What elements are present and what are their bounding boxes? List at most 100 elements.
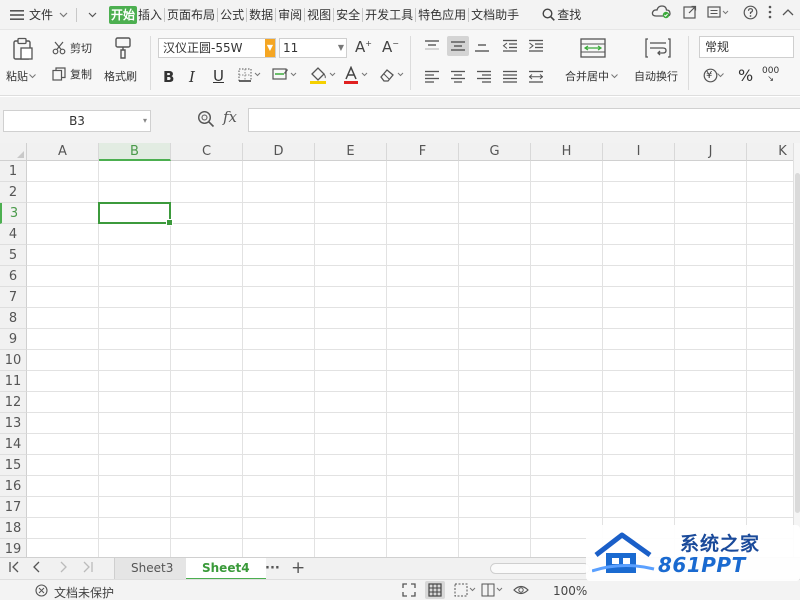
column-header-f[interactable]: F — [387, 143, 459, 161]
wrap-text-button[interactable] — [645, 37, 671, 59]
format-painter-label-wrap[interactable]: 格式刷 — [104, 68, 137, 84]
distributed-align-button[interactable] — [528, 70, 544, 83]
row-header-3[interactable]: 3 — [0, 203, 27, 224]
cloud-sync-icon[interactable] — [651, 4, 673, 20]
row-header-14[interactable]: 14 — [0, 434, 27, 455]
increase-indent-button[interactable] — [528, 39, 544, 53]
row-header-15[interactable]: 15 — [0, 455, 27, 476]
tab-special-apps[interactable]: 特色应用 — [417, 6, 467, 24]
horizontal-scrollbar[interactable] — [490, 563, 590, 574]
next-sheet-button[interactable] — [58, 561, 68, 577]
tab-formulas[interactable]: 公式 — [219, 6, 245, 24]
justify-button[interactable] — [502, 70, 518, 83]
row-header-5[interactable]: 5 — [0, 245, 27, 266]
decrease-font-button[interactable]: A− — [382, 38, 399, 56]
first-sheet-button[interactable] — [8, 561, 20, 577]
main-menu-button[interactable]: 文件 — [8, 4, 70, 26]
collapse-ribbon-icon[interactable] — [782, 8, 794, 16]
borders-button[interactable] — [238, 68, 262, 82]
row-header-12[interactable]: 12 — [0, 392, 27, 413]
row-header-13[interactable]: 13 — [0, 413, 27, 434]
column-header-j[interactable]: J — [675, 143, 747, 161]
column-header-i[interactable]: I — [603, 143, 675, 161]
sheet-tab-sheet3[interactable]: Sheet3 — [114, 558, 191, 580]
tab-home[interactable]: 开始 — [109, 5, 138, 24]
add-sheet-button[interactable]: + — [291, 558, 305, 578]
row-header-17[interactable]: 17 — [0, 497, 27, 518]
zoom-search-icon[interactable] — [197, 110, 215, 128]
clear-format-button[interactable] — [379, 67, 407, 83]
column-header-d[interactable]: D — [243, 143, 315, 161]
row-header-16[interactable]: 16 — [0, 476, 27, 497]
share-icon[interactable] — [683, 5, 697, 19]
row-header-2[interactable]: 2 — [0, 182, 27, 203]
tab-review[interactable]: 审阅 — [277, 6, 303, 24]
column-header-g[interactable]: G — [459, 143, 531, 161]
italic-button[interactable]: I — [189, 68, 195, 86]
increase-font-button[interactable]: A+ — [355, 38, 372, 56]
row-header-1[interactable]: 1 — [0, 161, 27, 182]
normal-view-icon[interactable] — [425, 581, 445, 599]
paste-dropdown[interactable]: 粘贴 — [6, 68, 36, 84]
active-cell[interactable] — [98, 202, 173, 226]
fill-color-button[interactable] — [309, 66, 337, 84]
percent-format-button[interactable]: % — [738, 66, 753, 85]
worksheet-grid[interactable]: A B C D E F G H I J K 1 2 3 4 5 6 7 8 9 10 11 12 13 14 15 16 17 18 19 — [0, 143, 800, 557]
formula-input[interactable] — [248, 108, 800, 132]
row-header-18[interactable]: 18 — [0, 518, 27, 539]
search-button[interactable]: 查找 — [540, 4, 583, 26]
document-protection-status[interactable]: 文档未保护 — [54, 584, 114, 600]
quick-access-dropdown[interactable] — [86, 4, 99, 26]
select-all-corner[interactable] — [0, 143, 27, 161]
more-sheets-button[interactable]: ··· — [265, 561, 280, 576]
row-header-11[interactable]: 11 — [0, 371, 27, 392]
font-color-button[interactable] — [343, 66, 371, 84]
more-options-icon[interactable] — [768, 5, 772, 19]
column-header-h[interactable]: H — [531, 143, 603, 161]
tab-doc-assistant[interactable]: 文档助手 — [470, 6, 520, 24]
tab-data[interactable]: 数据 — [248, 6, 274, 24]
font-name-select[interactable]: 汉仪正圆-55W ▼ — [158, 38, 276, 58]
merge-center-dropdown[interactable]: 合并居中 — [565, 68, 618, 84]
prev-sheet-button[interactable] — [32, 561, 42, 577]
page-break-view-icon[interactable] — [454, 583, 476, 597]
eye-protection-icon[interactable] — [513, 583, 529, 597]
column-header-e[interactable]: E — [315, 143, 387, 161]
row-header-7[interactable]: 7 — [0, 287, 27, 308]
align-center-button[interactable] — [450, 70, 466, 83]
align-top-button[interactable] — [424, 39, 440, 53]
page-layout-view-icon[interactable] — [481, 583, 503, 597]
help-icon[interactable] — [743, 5, 758, 20]
align-middle-button[interactable] — [447, 36, 469, 56]
align-left-button[interactable] — [424, 70, 440, 83]
align-bottom-button[interactable] — [474, 39, 490, 53]
align-right-button[interactable] — [476, 70, 492, 83]
number-format-select[interactable]: 常规 — [699, 36, 794, 58]
font-size-select[interactable]: 11 ▼ — [279, 38, 347, 58]
tab-view[interactable]: 视图 — [306, 6, 332, 24]
row-header-9[interactable]: 9 — [0, 329, 27, 350]
format-painter-button[interactable] — [112, 37, 134, 59]
name-box[interactable]: B3 ▾ — [3, 110, 151, 132]
insert-function-button[interactable]: fx — [223, 108, 237, 126]
currency-format-button[interactable]: ¥ — [703, 68, 725, 83]
tab-developer[interactable]: 开发工具 — [364, 6, 414, 24]
row-header-4[interactable]: 4 — [0, 224, 27, 245]
column-header-b[interactable]: B — [99, 143, 171, 161]
column-header-c[interactable]: C — [171, 143, 243, 161]
wrap-text-label-wrap[interactable]: 自动换行 — [634, 68, 678, 84]
row-header-6[interactable]: 6 — [0, 266, 27, 287]
row-header-8[interactable]: 8 — [0, 308, 27, 329]
export-icon[interactable] — [707, 5, 729, 19]
paste-button[interactable] — [12, 37, 34, 61]
zoom-level[interactable]: 100% — [553, 584, 587, 598]
decrease-indent-button[interactable] — [502, 39, 518, 53]
last-sheet-button[interactable] — [82, 561, 94, 577]
sheet-tab-sheet4[interactable]: Sheet4 — [186, 558, 266, 580]
tab-insert[interactable]: 插入 — [137, 6, 163, 24]
tab-page-layout[interactable]: 页面布局 — [166, 6, 216, 24]
row-header-19[interactable]: 19 — [0, 539, 27, 557]
underline-button[interactable]: U — [213, 67, 224, 85]
tab-security[interactable]: 安全 — [335, 6, 361, 24]
merge-center-button[interactable] — [580, 37, 606, 59]
